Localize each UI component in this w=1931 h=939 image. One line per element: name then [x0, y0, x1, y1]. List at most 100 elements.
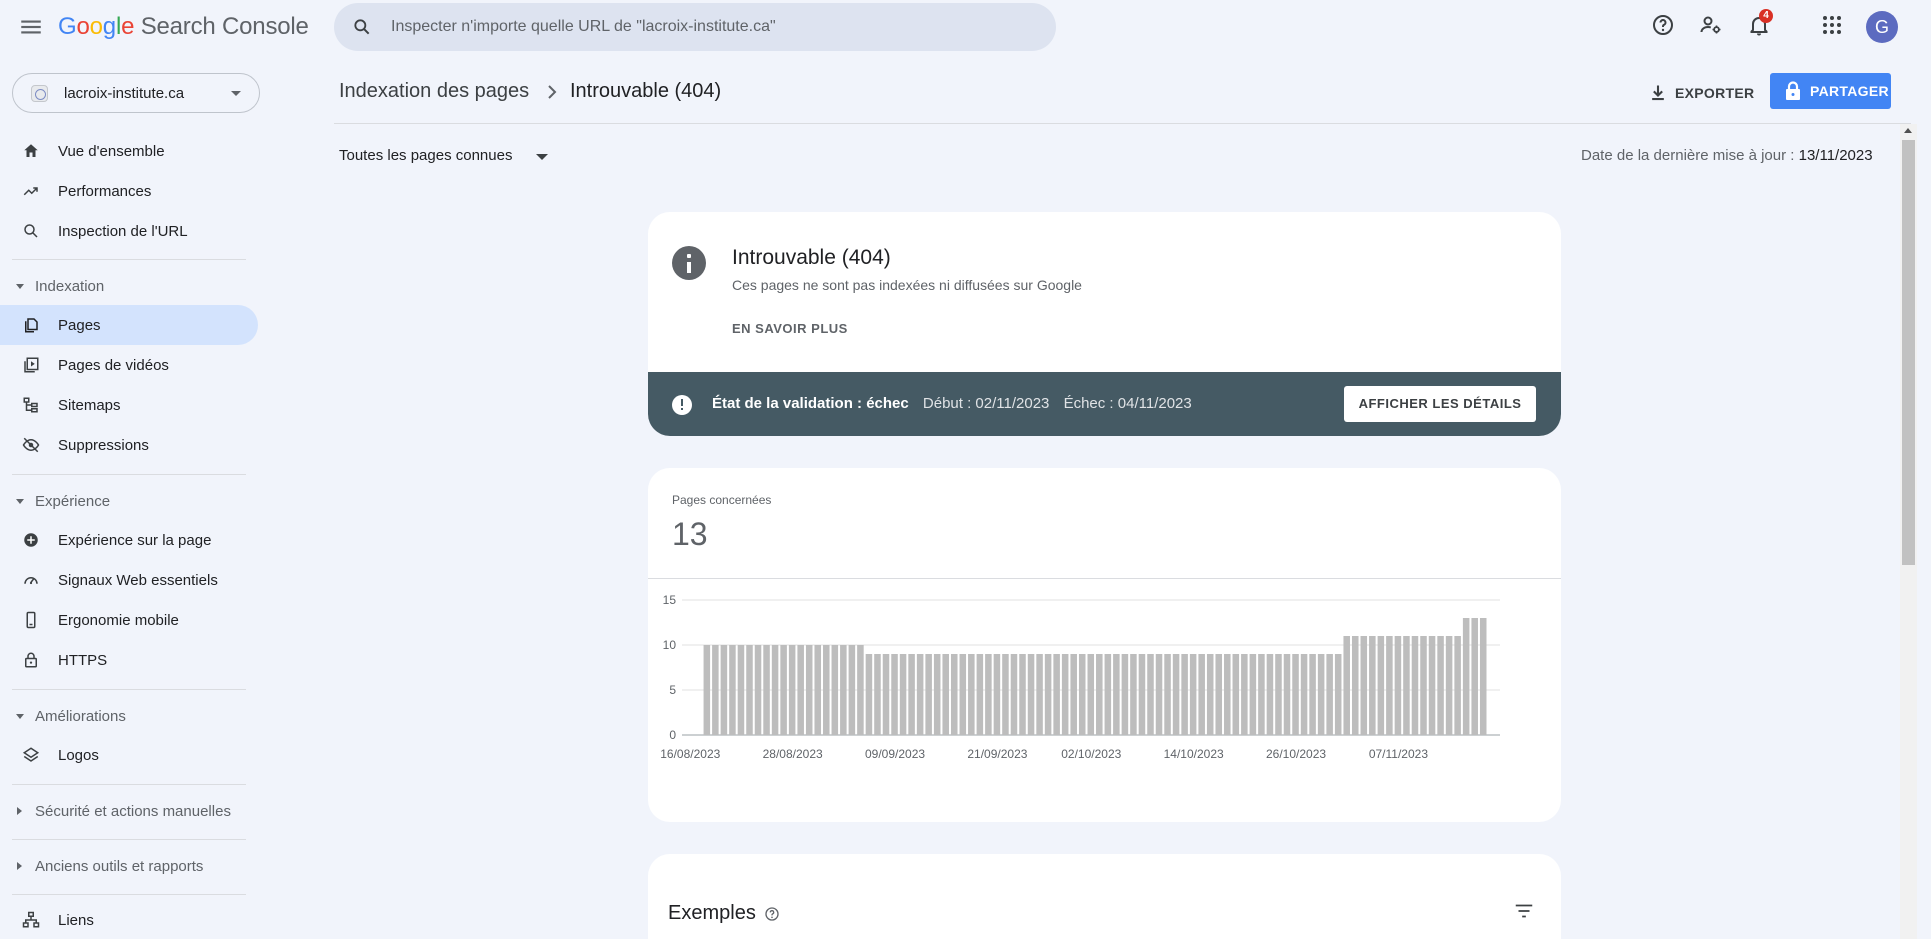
chart-bar[interactable]: [1351, 636, 1359, 735]
notifications-button[interactable]: 4: [1747, 9, 1773, 37]
chart-bar[interactable]: [1164, 654, 1171, 735]
chart-bar[interactable]: [1360, 636, 1368, 735]
chart-bar[interactable]: [1241, 654, 1248, 735]
chart-bar[interactable]: [1232, 654, 1240, 735]
chart-bar[interactable]: [1428, 636, 1436, 735]
sidebar-item-https[interactable]: HTTPS: [0, 640, 258, 680]
property-selector[interactable]: lacroix-institute.ca: [12, 73, 260, 113]
show-details-button[interactable]: AFFICHER LES DÉTAILS: [1344, 386, 1536, 422]
chart-bar[interactable]: [891, 654, 898, 735]
chart-bar[interactable]: [1437, 636, 1444, 735]
avatar[interactable]: G: [1866, 11, 1898, 43]
chart-bar[interactable]: [703, 645, 711, 735]
chart-bar[interactable]: [1283, 654, 1291, 735]
chart-bar[interactable]: [737, 645, 745, 735]
chart-bar[interactable]: [1343, 636, 1350, 735]
sidebar-section-legacy-tools[interactable]: Anciens outils et rapports: [0, 851, 258, 881]
scrollbar-thumb[interactable]: [1902, 140, 1915, 565]
chart-bar[interactable]: [754, 645, 762, 735]
chart-bar[interactable]: [805, 645, 813, 735]
chart-bar[interactable]: [729, 645, 736, 735]
chart-bar[interactable]: [1189, 654, 1197, 735]
chart-bar[interactable]: [865, 654, 873, 735]
chart-bar[interactable]: [1155, 654, 1163, 735]
chart-bar[interactable]: [908, 654, 915, 735]
chart-bar[interactable]: [1019, 654, 1026, 735]
chart-bar[interactable]: [942, 654, 949, 735]
chart-bar[interactable]: [882, 654, 890, 735]
chart-bar[interactable]: [1138, 654, 1146, 735]
chart-bar[interactable]: [950, 654, 958, 735]
sidebar-item-sitemaps[interactable]: Sitemaps: [0, 385, 258, 425]
chart-bar[interactable]: [1445, 636, 1453, 735]
chart-bar[interactable]: [1377, 636, 1385, 735]
sidebar-section-experience[interactable]: Expérience: [0, 486, 258, 516]
chart-bar[interactable]: [1403, 636, 1410, 735]
chart-bar[interactable]: [1181, 654, 1188, 735]
chart-bar[interactable]: [1002, 654, 1009, 735]
chart-bar[interactable]: [857, 645, 864, 735]
help-icon[interactable]: [1651, 13, 1675, 37]
apps-grid-icon[interactable]: [1820, 13, 1844, 37]
help-icon[interactable]: [764, 906, 780, 922]
chart-bar[interactable]: [1036, 654, 1043, 735]
sidebar-item-links[interactable]: Liens: [0, 900, 258, 939]
chart-bar[interactable]: [1198, 654, 1205, 735]
user-settings-icon[interactable]: [1699, 13, 1723, 37]
chart-bar[interactable]: [1420, 636, 1427, 735]
chart-bar[interactable]: [720, 645, 728, 735]
chart-bar[interactable]: [712, 645, 719, 735]
chart-bar[interactable]: [1411, 636, 1419, 735]
chart-bar[interactable]: [993, 654, 1001, 735]
chart-bar[interactable]: [933, 654, 941, 735]
chart-bar[interactable]: [959, 654, 967, 735]
sidebar-section-enhancements[interactable]: Améliorations: [0, 701, 258, 731]
chart-bar[interactable]: [1224, 654, 1231, 735]
affected-pages-chart[interactable]: 0 5 10 15 16/08/2023 28/08/2023 09/09/2023 21/0…: [648, 586, 1561, 816]
url-inspection-input[interactable]: [391, 3, 1031, 51]
chart-bar[interactable]: [874, 654, 881, 735]
chart-bar[interactable]: [1249, 654, 1257, 735]
chart-bar[interactable]: [899, 654, 907, 735]
search-console-logo[interactable]: Google Search Console: [58, 13, 309, 41]
sidebar-item-logos[interactable]: Logos: [0, 735, 258, 775]
scroll-up-arrow-icon[interactable]: [1904, 128, 1912, 133]
chart-bar[interactable]: [1386, 636, 1393, 735]
chart-bar[interactable]: [1147, 654, 1154, 735]
sidebar-item-core-web-vitals[interactable]: Signaux Web essentiels: [0, 560, 258, 600]
chart-bar[interactable]: [1292, 654, 1299, 735]
chart-bar[interactable]: [985, 654, 992, 735]
chart-bar[interactable]: [1454, 636, 1461, 735]
chart-bar[interactable]: [1300, 654, 1308, 735]
chart-bar[interactable]: [1206, 654, 1214, 735]
chart-bar[interactable]: [1044, 654, 1052, 735]
chart-bar[interactable]: [763, 645, 770, 735]
chart-bar[interactable]: [1309, 654, 1316, 735]
chart-bar[interactable]: [1369, 636, 1376, 735]
chart-bar[interactable]: [1479, 618, 1487, 735]
sidebar-section-indexation[interactable]: Indexation: [0, 271, 258, 301]
chart-bar[interactable]: [1078, 654, 1086, 735]
chart-bar[interactable]: [746, 645, 753, 735]
sidebar-section-security[interactable]: Sécurité et actions manuelles: [0, 796, 258, 826]
sidebar-item-pages[interactable]: Pages: [0, 305, 258, 345]
chart-bar[interactable]: [780, 645, 787, 735]
chart-bar[interactable]: [1275, 654, 1282, 735]
chart-bar[interactable]: [831, 645, 839, 735]
chart-bar[interactable]: [1215, 654, 1223, 735]
sidebar-item-video-pages[interactable]: Pages de vidéos: [0, 345, 258, 385]
chart-bar[interactable]: [1317, 654, 1325, 735]
chart-bar[interactable]: [797, 645, 804, 735]
breadcrumb-parent[interactable]: Indexation des pages: [339, 80, 529, 103]
sidebar-item-removals[interactable]: Suppressions: [0, 425, 258, 465]
sidebar-item-url-inspection[interactable]: Inspection de l'URL: [0, 211, 258, 251]
chart-bar[interactable]: [1070, 654, 1077, 735]
chevron-down-icon[interactable]: [536, 154, 548, 160]
chart-bar[interactable]: [968, 654, 975, 735]
chart-bar[interactable]: [925, 654, 932, 735]
share-button[interactable]: PARTAGER: [1770, 73, 1891, 109]
chart-bar[interactable]: [1096, 654, 1103, 735]
chart-bar[interactable]: [1334, 654, 1342, 735]
chart-bar[interactable]: [1326, 654, 1333, 735]
chart-bar[interactable]: [1258, 654, 1265, 735]
